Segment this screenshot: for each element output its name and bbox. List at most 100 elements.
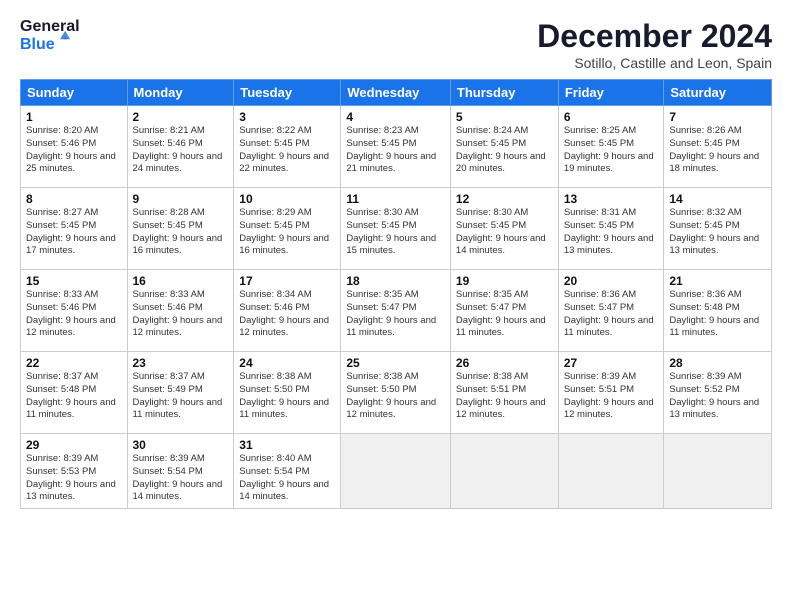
sunrise-label: Sunrise: 8:39 AM (133, 453, 205, 464)
sunrise-label: Sunrise: 8:38 AM (239, 371, 311, 382)
daylight-label: Daylight: 9 hours and 12 minutes. (456, 397, 546, 421)
week-row-3: 15 Sunrise: 8:33 AM Sunset: 5:46 PM Dayl… (21, 270, 772, 352)
sunrise-label: Sunrise: 8:22 AM (239, 125, 311, 136)
sunrise-label: Sunrise: 8:32 AM (669, 207, 741, 218)
day-number: 10 (239, 192, 335, 206)
calendar-cell: 29 Sunrise: 8:39 AM Sunset: 5:53 PM Dayl… (21, 434, 128, 509)
day-info: Sunrise: 8:20 AM Sunset: 5:46 PM Dayligh… (26, 125, 122, 176)
header-friday: Friday (558, 80, 664, 106)
sunset-label: Sunset: 5:45 PM (456, 138, 526, 149)
calendar-cell: 20 Sunrise: 8:36 AM Sunset: 5:47 PM Dayl… (558, 270, 664, 352)
header: General Blue December 2024 Sotillo, Cast… (20, 18, 772, 71)
calendar-cell: 14 Sunrise: 8:32 AM Sunset: 5:45 PM Dayl… (664, 188, 772, 270)
sunrise-label: Sunrise: 8:36 AM (564, 289, 636, 300)
sunrise-label: Sunrise: 8:39 AM (564, 371, 636, 382)
day-number: 12 (456, 192, 553, 206)
sunrise-label: Sunrise: 8:40 AM (239, 453, 311, 464)
sunset-label: Sunset: 5:54 PM (239, 466, 309, 477)
calendar-cell (450, 434, 558, 509)
daylight-label: Daylight: 9 hours and 22 minutes. (239, 151, 329, 175)
daylight-label: Daylight: 9 hours and 11 minutes. (564, 315, 654, 339)
sunrise-label: Sunrise: 8:38 AM (456, 371, 528, 382)
day-number: 22 (26, 356, 122, 370)
sunset-label: Sunset: 5:50 PM (239, 384, 309, 395)
daylight-label: Daylight: 9 hours and 16 minutes. (133, 233, 223, 257)
day-info: Sunrise: 8:24 AM Sunset: 5:45 PM Dayligh… (456, 125, 553, 176)
calendar-cell: 5 Sunrise: 8:24 AM Sunset: 5:45 PM Dayli… (450, 106, 558, 188)
daylight-label: Daylight: 9 hours and 24 minutes. (133, 151, 223, 175)
header-wednesday: Wednesday (341, 80, 451, 106)
sunrise-label: Sunrise: 8:37 AM (26, 371, 98, 382)
sunrise-label: Sunrise: 8:27 AM (26, 207, 98, 218)
day-info: Sunrise: 8:39 AM Sunset: 5:51 PM Dayligh… (564, 371, 659, 422)
day-number: 24 (239, 356, 335, 370)
sunset-label: Sunset: 5:46 PM (26, 138, 96, 149)
day-number: 31 (239, 438, 335, 452)
daylight-label: Daylight: 9 hours and 14 minutes. (239, 479, 329, 503)
day-info: Sunrise: 8:35 AM Sunset: 5:47 PM Dayligh… (456, 289, 553, 340)
calendar-cell: 6 Sunrise: 8:25 AM Sunset: 5:45 PM Dayli… (558, 106, 664, 188)
daylight-label: Daylight: 9 hours and 13 minutes. (26, 479, 116, 503)
sunrise-label: Sunrise: 8:37 AM (133, 371, 205, 382)
calendar-cell: 27 Sunrise: 8:39 AM Sunset: 5:51 PM Dayl… (558, 352, 664, 434)
day-info: Sunrise: 8:35 AM Sunset: 5:47 PM Dayligh… (346, 289, 445, 340)
day-info: Sunrise: 8:22 AM Sunset: 5:45 PM Dayligh… (239, 125, 335, 176)
day-info: Sunrise: 8:27 AM Sunset: 5:45 PM Dayligh… (26, 207, 122, 258)
day-info: Sunrise: 8:37 AM Sunset: 5:49 PM Dayligh… (133, 371, 229, 422)
day-info: Sunrise: 8:26 AM Sunset: 5:45 PM Dayligh… (669, 125, 766, 176)
header-thursday: Thursday (450, 80, 558, 106)
calendar-cell (664, 434, 772, 509)
calendar-cell: 13 Sunrise: 8:31 AM Sunset: 5:45 PM Dayl… (558, 188, 664, 270)
calendar-header-row: Sunday Monday Tuesday Wednesday Thursday… (21, 80, 772, 106)
calendar-cell: 21 Sunrise: 8:36 AM Sunset: 5:48 PM Dayl… (664, 270, 772, 352)
calendar-cell: 2 Sunrise: 8:21 AM Sunset: 5:46 PM Dayli… (127, 106, 234, 188)
sunset-label: Sunset: 5:45 PM (346, 220, 416, 231)
day-number: 4 (346, 110, 445, 124)
calendar-cell (341, 434, 451, 509)
daylight-label: Daylight: 9 hours and 12 minutes. (346, 397, 436, 421)
title-block: December 2024 Sotillo, Castille and Leon… (537, 18, 772, 71)
day-info: Sunrise: 8:37 AM Sunset: 5:48 PM Dayligh… (26, 371, 122, 422)
day-number: 9 (133, 192, 229, 206)
sunset-label: Sunset: 5:45 PM (669, 138, 739, 149)
day-info: Sunrise: 8:33 AM Sunset: 5:46 PM Dayligh… (133, 289, 229, 340)
calendar-cell: 23 Sunrise: 8:37 AM Sunset: 5:49 PM Dayl… (127, 352, 234, 434)
sunset-label: Sunset: 5:45 PM (456, 220, 526, 231)
calendar-cell: 12 Sunrise: 8:30 AM Sunset: 5:45 PM Dayl… (450, 188, 558, 270)
daylight-label: Daylight: 9 hours and 12 minutes. (564, 397, 654, 421)
header-tuesday: Tuesday (234, 80, 341, 106)
sunrise-label: Sunrise: 8:25 AM (564, 125, 636, 136)
day-number: 8 (26, 192, 122, 206)
daylight-label: Daylight: 9 hours and 13 minutes. (669, 233, 759, 257)
sunset-label: Sunset: 5:46 PM (239, 302, 309, 313)
sunset-label: Sunset: 5:46 PM (133, 302, 203, 313)
sunrise-label: Sunrise: 8:33 AM (133, 289, 205, 300)
day-info: Sunrise: 8:38 AM Sunset: 5:50 PM Dayligh… (239, 371, 335, 422)
day-number: 26 (456, 356, 553, 370)
sunset-label: Sunset: 5:47 PM (346, 302, 416, 313)
sunrise-label: Sunrise: 8:24 AM (456, 125, 528, 136)
day-number: 5 (456, 110, 553, 124)
daylight-label: Daylight: 9 hours and 16 minutes. (239, 233, 329, 257)
sunset-label: Sunset: 5:45 PM (669, 220, 739, 231)
daylight-label: Daylight: 9 hours and 14 minutes. (456, 233, 546, 257)
sunrise-label: Sunrise: 8:26 AM (669, 125, 741, 136)
header-sunday: Sunday (21, 80, 128, 106)
calendar-cell: 1 Sunrise: 8:20 AM Sunset: 5:46 PM Dayli… (21, 106, 128, 188)
page: General Blue December 2024 Sotillo, Cast… (0, 0, 792, 612)
day-info: Sunrise: 8:40 AM Sunset: 5:54 PM Dayligh… (239, 453, 335, 504)
sunrise-label: Sunrise: 8:28 AM (133, 207, 205, 218)
calendar-cell: 4 Sunrise: 8:23 AM Sunset: 5:45 PM Dayli… (341, 106, 451, 188)
day-number: 25 (346, 356, 445, 370)
calendar-cell (558, 434, 664, 509)
day-info: Sunrise: 8:32 AM Sunset: 5:45 PM Dayligh… (669, 207, 766, 258)
day-number: 15 (26, 274, 122, 288)
subtitle: Sotillo, Castille and Leon, Spain (537, 55, 772, 71)
header-saturday: Saturday (664, 80, 772, 106)
calendar-cell: 11 Sunrise: 8:30 AM Sunset: 5:45 PM Dayl… (341, 188, 451, 270)
day-info: Sunrise: 8:38 AM Sunset: 5:50 PM Dayligh… (346, 371, 445, 422)
calendar-cell: 15 Sunrise: 8:33 AM Sunset: 5:46 PM Dayl… (21, 270, 128, 352)
sunset-label: Sunset: 5:46 PM (26, 302, 96, 313)
sunset-label: Sunset: 5:46 PM (133, 138, 203, 149)
day-info: Sunrise: 8:36 AM Sunset: 5:47 PM Dayligh… (564, 289, 659, 340)
